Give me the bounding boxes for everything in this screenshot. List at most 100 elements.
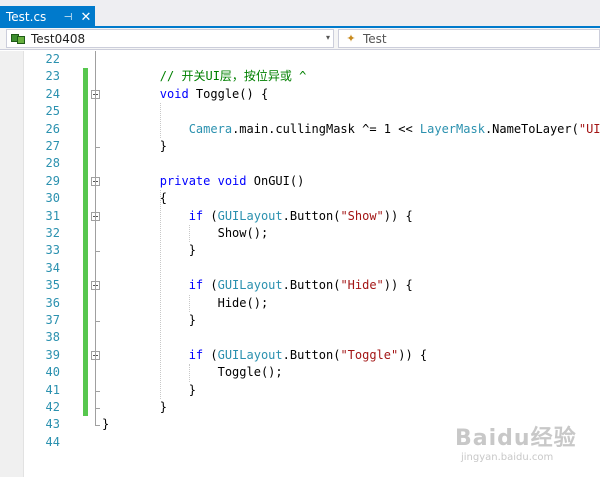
code-line[interactable]: 42 } — [0, 399, 600, 417]
code-line[interactable]: 39 if (GUILayout.Button("Toggle")) { — [0, 346, 600, 365]
code-token: "Toggle" — [340, 347, 399, 362]
code-token: OnGUI() — [246, 173, 305, 188]
line-number: 25 — [45, 104, 60, 119]
code-editor[interactable]: 22 23 // 开关UI层，按位异或 ^ 24 void Toggle() {25… — [0, 51, 600, 477]
code-line[interactable]: 24 void Toggle() { — [0, 85, 600, 104]
class-dropdown[interactable]: ✦ Test — [338, 29, 600, 48]
change-marker — [83, 172, 88, 191]
line-number: 31 — [45, 208, 60, 223]
code-line[interactable]: 28 — [0, 155, 600, 173]
tab-label: Test.cs — [6, 10, 47, 24]
outline-bracket-end — [95, 425, 100, 427]
line-number: 29 — [45, 173, 60, 188]
code-line[interactable]: 25 — [0, 103, 600, 121]
change-marker — [83, 155, 88, 173]
code-text: } — [102, 416, 109, 433]
change-marker — [83, 242, 88, 260]
change-marker — [83, 85, 88, 104]
code-line[interactable]: 35 if (GUILayout.Button("Hide")) { — [0, 277, 600, 295]
line-number: 27 — [45, 139, 60, 153]
code-line[interactable]: 40 Toggle(); — [0, 364, 600, 382]
tab-test-cs[interactable]: Test.cs ⊣ ✕ — [0, 6, 95, 28]
code-line[interactable]: 38 — [0, 329, 600, 347]
change-marker — [83, 381, 88, 399]
code-line[interactable]: 23 // 开关UI层，按位异或 ^ — [0, 68, 600, 86]
code-text: if (GUILayout.Button("Hide")) { — [102, 277, 413, 294]
code-line[interactable]: 26 Camera.main.cullingMask ^= 1 << Layer… — [0, 120, 600, 138]
code-token: Hide(); — [102, 295, 269, 310]
code-token: } — [102, 139, 168, 153]
code-line[interactable]: 34 — [0, 259, 600, 278]
line-number: 35 — [45, 278, 60, 293]
code-token: } — [102, 382, 196, 397]
watermark: Baidu经验 jingyan.baidu.com — [455, 420, 595, 472]
code-token: "Hide" — [340, 278, 384, 293]
change-marker — [83, 68, 88, 86]
change-marker — [83, 329, 88, 347]
change-marker — [83, 207, 88, 225]
code-token: .Button( — [282, 278, 341, 293]
change-marker — [83, 120, 88, 138]
code-line[interactable]: 30 { — [0, 190, 600, 208]
line-number: 22 — [45, 52, 60, 66]
code-token: )) { — [398, 347, 428, 362]
change-marker — [83, 346, 88, 365]
code-line[interactable]: 37 } — [0, 312, 600, 330]
code-token: ( — [203, 208, 218, 223]
code-token: } — [102, 243, 196, 258]
chevron-down-icon: ▾ — [325, 33, 330, 42]
code-line[interactable]: 22 — [0, 51, 600, 68]
code-token: )) { — [383, 278, 413, 293]
code-token: } — [102, 417, 110, 432]
code-text: Camera.main.cullingMask ^= 1 << LayerMas… — [102, 121, 600, 138]
line-number: 24 — [45, 86, 60, 101]
code-token: // 开关UI层，按位异或 ^ — [159, 69, 307, 84]
code-token: private — [159, 173, 211, 188]
code-token: { — [102, 191, 168, 206]
code-token: .NameToLayer( — [484, 121, 579, 136]
code-line[interactable]: 32 Show(); — [0, 225, 600, 243]
code-line[interactable]: 36 Hide(); — [0, 294, 600, 312]
code-token: } — [102, 313, 196, 327]
class-icon: ✦ — [346, 32, 356, 45]
code-line[interactable]: 41 } — [0, 381, 600, 399]
code-line[interactable]: 27 } — [0, 138, 600, 156]
close-icon[interactable]: ✕ — [79, 10, 93, 25]
pin-icon[interactable]: ⊣ — [61, 12, 75, 23]
line-number: 36 — [45, 295, 60, 310]
line-number: 39 — [45, 347, 60, 362]
code-token: if — [188, 208, 204, 223]
outline-bracket — [95, 51, 96, 426]
project-dropdown[interactable]: Test0408 ▾ — [6, 29, 334, 48]
indent-guide — [159, 103, 161, 138]
change-marker — [83, 225, 88, 243]
line-number: 32 — [45, 226, 60, 240]
code-line[interactable]: 29 private void OnGUI() — [0, 172, 600, 191]
change-marker — [83, 294, 88, 312]
code-token: "Show" — [340, 208, 384, 223]
line-number: 42 — [45, 400, 60, 414]
line-number: 30 — [45, 191, 60, 206]
change-marker — [83, 277, 88, 295]
code-token: Show(); — [102, 226, 269, 240]
code-token: Camera — [188, 121, 233, 136]
code-token: void — [159, 86, 189, 101]
code-text: } — [102, 242, 196, 259]
line-number: 37 — [45, 313, 60, 327]
code-text: } — [102, 312, 196, 329]
code-text: // 开关UI层，按位异或 ^ — [102, 68, 307, 85]
line-number: 38 — [45, 330, 60, 345]
document-tab-strip: Test.cs ⊣ ✕ — [0, 0, 600, 28]
indent-guide — [188, 294, 190, 312]
watermark-logo-text: Baidu经验 — [455, 426, 577, 451]
code-line[interactable]: 33 } — [0, 242, 600, 260]
code-text: Toggle(); — [102, 364, 283, 381]
code-token: Toggle(); — [102, 365, 283, 380]
code-text: void Toggle() { — [102, 86, 268, 103]
code-line[interactable]: 31 if (GUILayout.Button("Show")) { — [0, 207, 600, 225]
code-token: GUILayout — [217, 208, 283, 223]
